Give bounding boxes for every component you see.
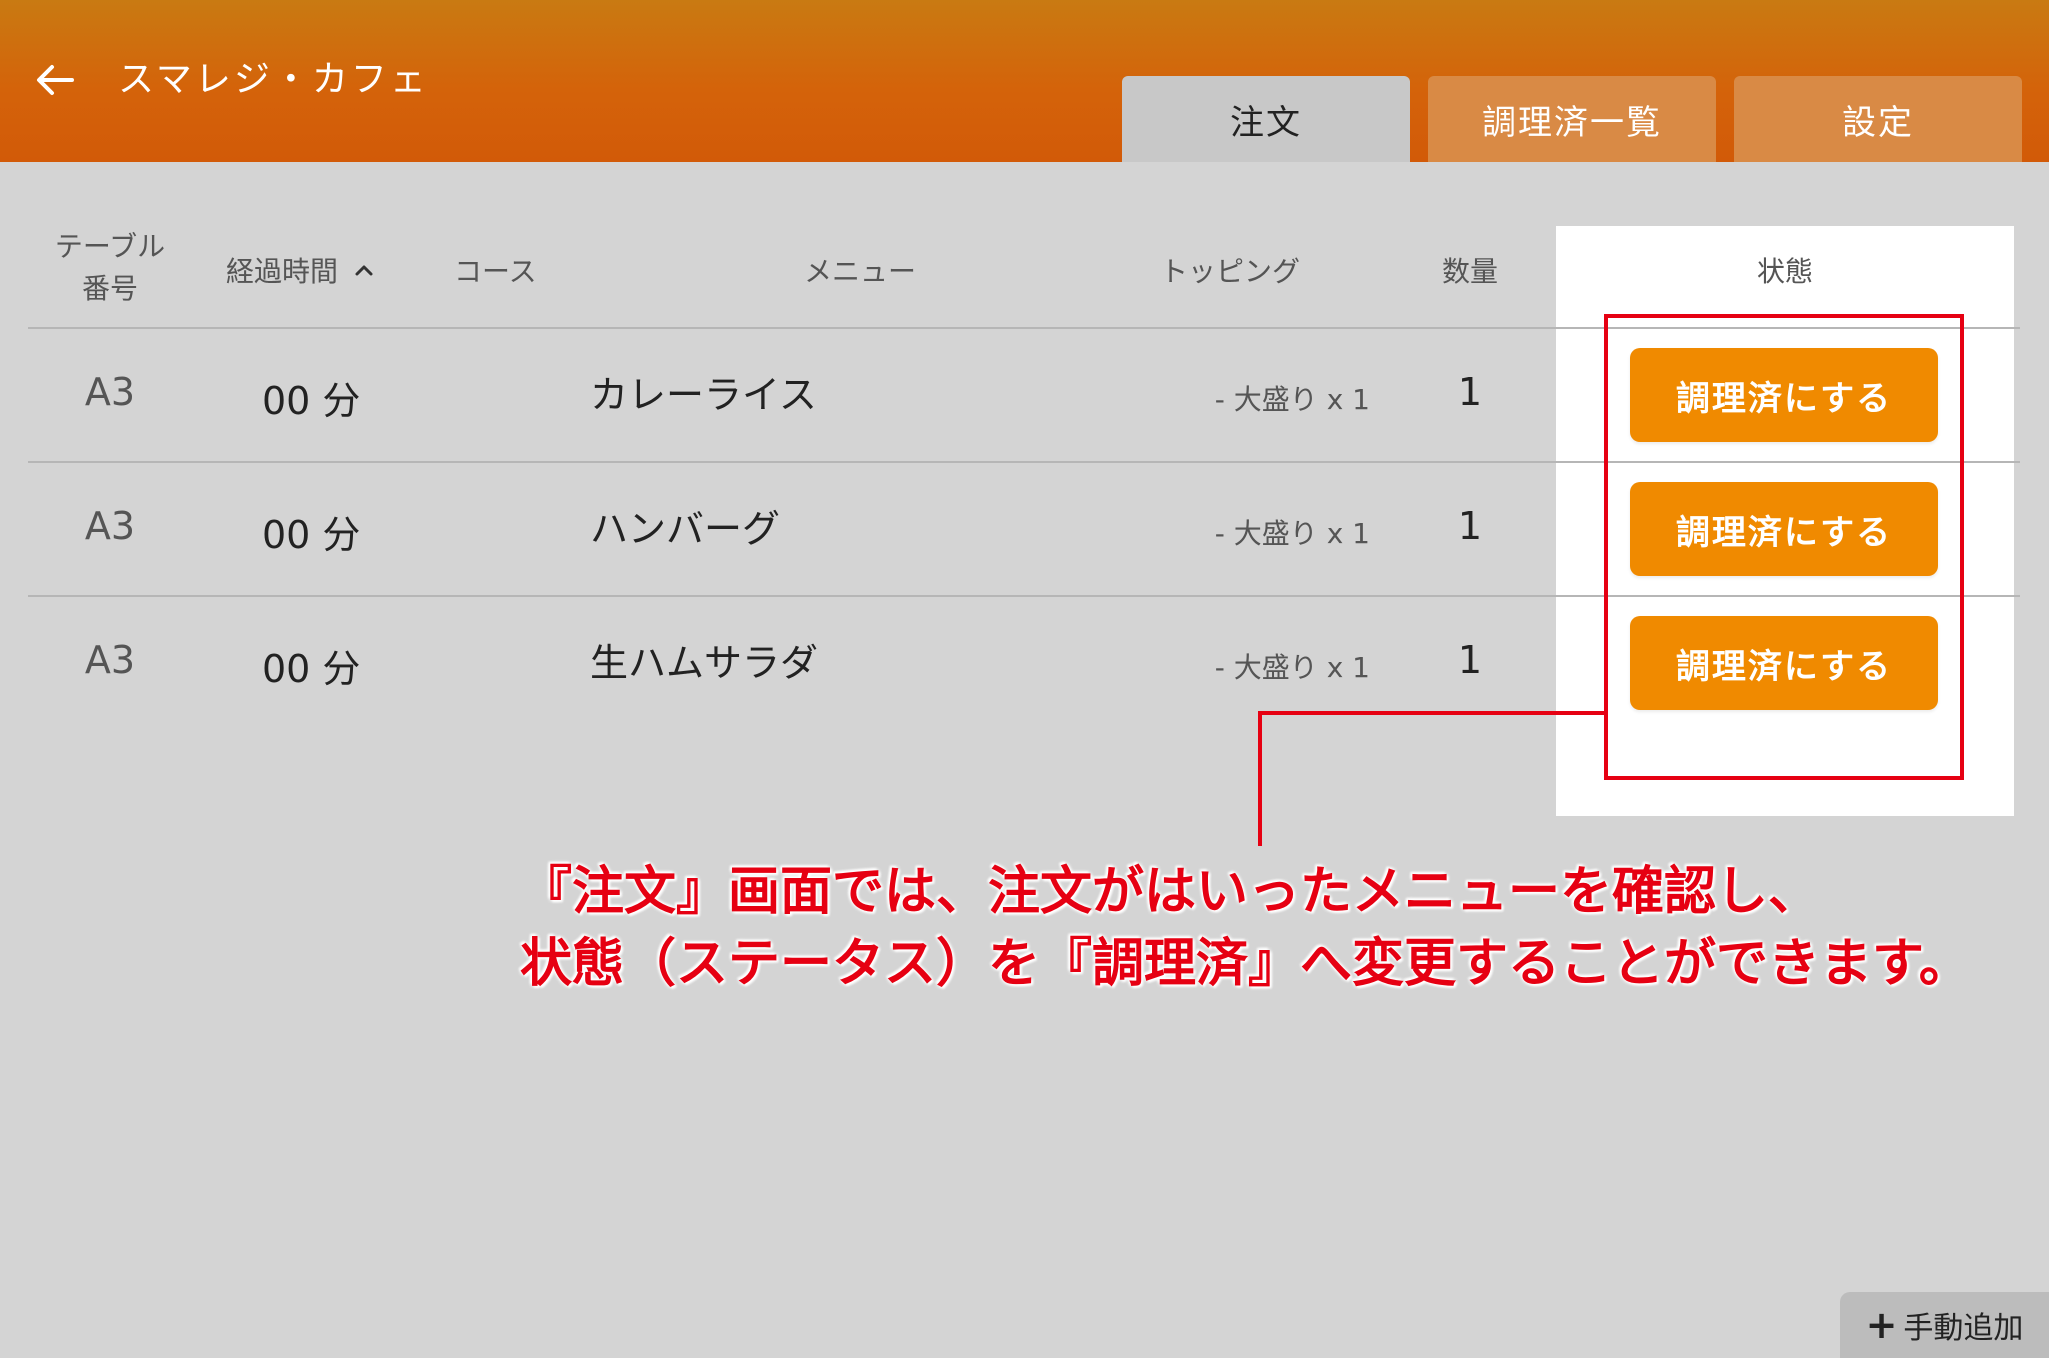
- row-2-elapsed: 00 分: [262, 513, 361, 557]
- annotation-line-1: 『注文』画面では、注文がはいったメニューを確認し、: [520, 862, 1821, 922]
- row-1-menu: カレーライス: [590, 373, 817, 417]
- app-header: スマレジ・カフェ 注文 調理済一覧 設定: [0, 0, 2049, 162]
- column-header-course: コース: [454, 255, 537, 288]
- annotation-highlight-box: [1604, 314, 1964, 780]
- annotation-connector-horizontal: [1258, 711, 1606, 715]
- column-header-status: 状態: [1756, 255, 1813, 288]
- column-header-topping: トッピング: [1159, 255, 1300, 288]
- row-3-quantity: 1: [1457, 638, 1483, 682]
- row-2-topping: - 大盛り x 1: [1214, 517, 1370, 550]
- row-2-menu: ハンバーグ: [590, 507, 781, 551]
- column-header-table-line1: テーブル: [54, 230, 166, 263]
- column-header-table-number: テーブル 番号: [40, 226, 180, 310]
- row-3-menu: 生ハムサラダ: [590, 641, 819, 685]
- row-3-elapsed: 00 分: [262, 647, 361, 691]
- arrow-left-icon[interactable]: [32, 58, 76, 102]
- column-header-elapsed-label: 経過時間: [226, 255, 339, 288]
- annotation-connector-vertical: [1258, 711, 1262, 846]
- tab-cooked-list[interactable]: 調理済一覧: [1428, 76, 1716, 162]
- tab-orders[interactable]: 注文: [1122, 76, 1410, 162]
- annotation-line-2: 状態（ステータス）を『調理済』へ変更することができます。: [520, 934, 1971, 994]
- row-1-quantity: 1: [1457, 370, 1483, 414]
- plus-icon: +: [1865, 1303, 1898, 1347]
- column-header-table-line2: 番号: [81, 272, 138, 305]
- app-title: スマレジ・カフェ: [118, 59, 429, 100]
- chevron-up-icon: [355, 265, 373, 276]
- row-1-topping: - 大盛り x 1: [1214, 383, 1370, 416]
- manual-add-button[interactable]: + 手動追加: [1840, 1292, 2049, 1358]
- annotation-text: 『注文』画面では、注文がはいったメニューを確認し、 状態（ステータス）を『調理済…: [520, 856, 2020, 1000]
- row-3-topping: - 大盛り x 1: [1214, 651, 1370, 684]
- row-2-quantity: 1: [1457, 504, 1483, 548]
- row-3-table: A3: [84, 638, 136, 682]
- column-header-menu: メニュー: [803, 255, 916, 288]
- column-header-elapsed[interactable]: 経過時間: [226, 250, 376, 290]
- tab-settings[interactable]: 設定: [1734, 76, 2022, 162]
- manual-add-label: 手動追加: [1903, 1311, 2024, 1346]
- row-1-table: A3: [84, 370, 136, 414]
- row-2-table: A3: [84, 504, 136, 548]
- column-header-quantity: 数量: [1441, 255, 1498, 288]
- row-1-elapsed: 00 分: [262, 379, 361, 423]
